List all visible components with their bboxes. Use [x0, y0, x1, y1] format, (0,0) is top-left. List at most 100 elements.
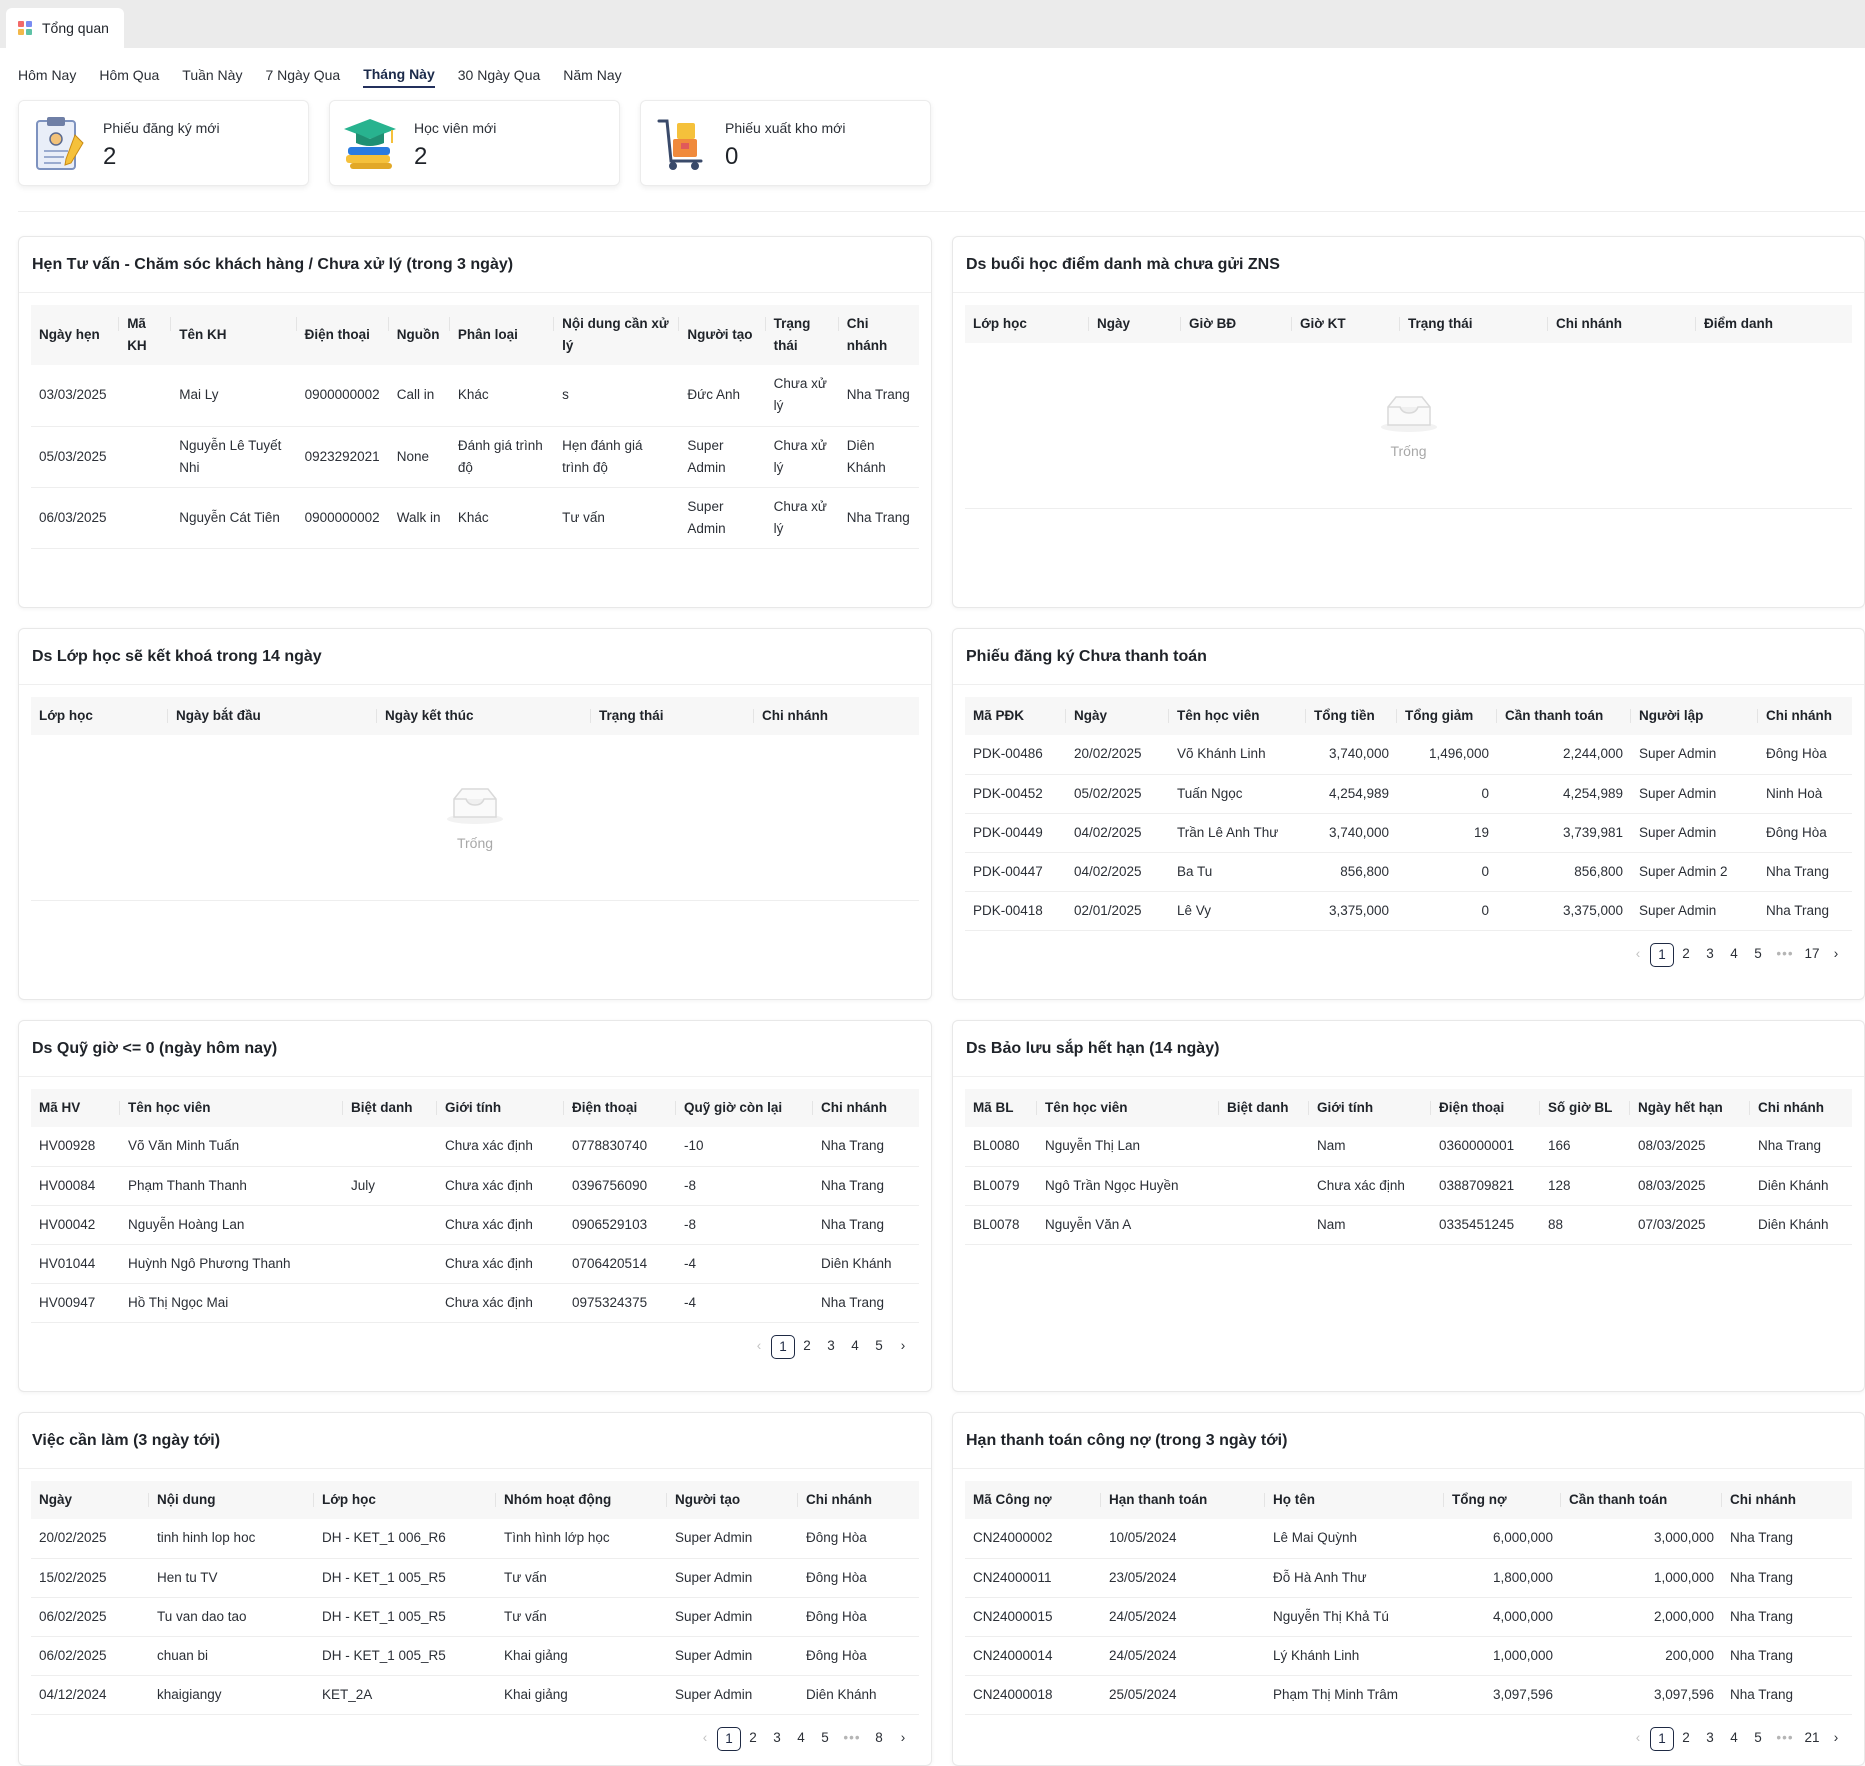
table-row[interactable]: BL0079 Ngô Trần Ngọc Huyền Chưa xác định…: [965, 1166, 1852, 1206]
pagination-ellipsis[interactable]: •••: [1770, 943, 1800, 967]
filter-yesterday[interactable]: Hôm Qua: [99, 67, 159, 87]
pagination-page[interactable]: 1: [1650, 942, 1674, 967]
pagination-page[interactable]: 1: [771, 1334, 795, 1359]
pagination-page[interactable]: 4: [1722, 943, 1746, 967]
column-header[interactable]: Điểm danh: [1696, 305, 1852, 343]
column-header[interactable]: Phân loại: [449, 305, 555, 365]
pagination-ellipsis[interactable]: •••: [1770, 1727, 1800, 1751]
pagination-page[interactable]: 5: [1746, 943, 1770, 967]
table-row[interactable]: HV00947 Hồ Thị Ngọc Mai Chưa xác định 09…: [31, 1283, 919, 1323]
pagination-page[interactable]: 5: [813, 1727, 837, 1751]
table-row[interactable]: PDK-00452 05/02/2025 Tuấn Ngọc 4,254,989…: [965, 774, 1852, 814]
column-header[interactable]: Trạng thái: [765, 305, 839, 365]
column-header[interactable]: Tổng nợ: [1444, 1481, 1561, 1519]
column-header[interactable]: Mã HV: [31, 1089, 120, 1127]
table-row[interactable]: PDK-00447 04/02/2025 Ba Tu 856,800 0 856…: [965, 852, 1852, 892]
table-row[interactable]: CN24000014 24/05/2024 Lý Khánh Linh 1,00…: [965, 1636, 1852, 1676]
column-header[interactable]: Nguồn: [388, 305, 451, 365]
column-header[interactable]: Lớp học: [965, 305, 1089, 343]
column-header[interactable]: Nội dung: [149, 1481, 314, 1519]
column-header[interactable]: Giờ BĐ: [1181, 305, 1292, 343]
pagination-prev-chevron-left-icon[interactable]: ‹: [1626, 943, 1650, 967]
column-header[interactable]: Biệt danh: [343, 1089, 437, 1127]
pagination-page[interactable]: 5: [867, 1335, 891, 1359]
pagination-prev-chevron-left-icon[interactable]: ‹: [747, 1335, 771, 1359]
column-header[interactable]: Ngày kết thúc: [377, 697, 591, 735]
pagination-page[interactable]: 2: [1674, 943, 1698, 967]
table-row[interactable]: BL0080 Nguyễn Thị Lan Nam 0360000001 166…: [965, 1127, 1852, 1167]
pagination-page[interactable]: 17: [1800, 943, 1824, 967]
column-header[interactable]: Tên học viên: [1169, 697, 1306, 735]
table-row[interactable]: PDK-00418 02/01/2025 Lê Vy 3,375,000 0 3…: [965, 891, 1852, 931]
table-row[interactable]: CN24000011 23/05/2024 Đỗ Hà Anh Thư 1,80…: [965, 1558, 1852, 1598]
column-header[interactable]: Giới tính: [437, 1089, 564, 1127]
pagination-page[interactable]: 2: [795, 1335, 819, 1359]
table-row[interactable]: CN24000002 10/05/2024 Lê Mai Quỳnh 6,000…: [965, 1519, 1852, 1559]
column-header[interactable]: Người lập: [1631, 697, 1758, 735]
column-header[interactable]: Điện thoại: [296, 305, 389, 365]
column-header[interactable]: Chi nhánh: [1548, 305, 1696, 343]
pagination-ellipsis[interactable]: •••: [837, 1727, 867, 1751]
table-row[interactable]: 06/02/2025 Tu van dao tao DH - KET_1 005…: [31, 1597, 919, 1637]
column-header[interactable]: Chi nhánh: [1750, 1089, 1852, 1127]
filter-this-year[interactable]: Năm Nay: [563, 67, 621, 87]
column-header[interactable]: Ngày: [1066, 697, 1169, 735]
filter-last-30-days[interactable]: 30 Ngày Qua: [458, 67, 541, 87]
column-header[interactable]: Tên học viên: [120, 1089, 343, 1127]
table-row[interactable]: 15/02/2025 Hen tu TV DH - KET_1 005_R5 T…: [31, 1558, 919, 1598]
pagination-next-chevron-right-icon[interactable]: ›: [1824, 943, 1848, 967]
pagination-page[interactable]: 3: [1698, 943, 1722, 967]
column-header[interactable]: Chi nhánh: [1722, 1481, 1852, 1519]
column-header[interactable]: Người tạo: [667, 1481, 798, 1519]
tab-overview[interactable]: Tổng quan: [6, 8, 124, 48]
pagination-page[interactable]: 3: [1698, 1727, 1722, 1751]
column-header[interactable]: Người tạo: [679, 305, 766, 365]
pagination-page[interactable]: 4: [843, 1335, 867, 1359]
table-row[interactable]: 06/02/2025 chuan bi DH - KET_1 005_R5 Kh…: [31, 1636, 919, 1676]
column-header[interactable]: Trạng thái: [591, 697, 754, 735]
filter-today[interactable]: Hôm Nay: [18, 67, 76, 87]
table-row[interactable]: 04/12/2024 khaigiangy KET_2A Khai giảng …: [31, 1675, 919, 1715]
column-header[interactable]: Trạng thái: [1400, 305, 1548, 343]
table-row[interactable]: CN24000015 24/05/2024 Nguyễn Thị Khả Tú …: [965, 1597, 1852, 1637]
table-row[interactable]: 03/03/2025 Mai Ly 0900000002 Call in Khá…: [31, 365, 919, 427]
column-header[interactable]: Điện thoại: [564, 1089, 676, 1127]
column-header[interactable]: Chi nhánh: [813, 1089, 919, 1127]
table-row[interactable]: CN24000018 25/05/2024 Phạm Thị Minh Trâm…: [965, 1675, 1852, 1715]
column-header[interactable]: Họ tên: [1265, 1481, 1444, 1519]
table-row[interactable]: PDK-00486 20/02/2025 Võ Khánh Linh 3,740…: [965, 735, 1852, 775]
column-header[interactable]: Lớp học: [314, 1481, 496, 1519]
pagination-next-chevron-right-icon[interactable]: ›: [891, 1335, 915, 1359]
pagination-page[interactable]: 5: [1746, 1727, 1770, 1751]
column-header[interactable]: Chi nhánh: [798, 1481, 919, 1519]
column-header[interactable]: Tổng tiền: [1306, 697, 1397, 735]
table-row[interactable]: PDK-00449 04/02/2025 Trần Lê Anh Thư 3,7…: [965, 813, 1852, 853]
filter-this-week[interactable]: Tuần Này: [182, 67, 242, 87]
column-header[interactable]: Mã BL: [965, 1089, 1037, 1127]
filter-last-7-days[interactable]: 7 Ngày Qua: [265, 67, 340, 87]
pagination-page[interactable]: 2: [1674, 1727, 1698, 1751]
pagination-page[interactable]: 3: [765, 1727, 789, 1751]
column-header[interactable]: Số giờ BL: [1540, 1089, 1630, 1127]
column-header[interactable]: Hạn thanh toán: [1101, 1481, 1265, 1519]
pagination-page[interactable]: 3: [819, 1335, 843, 1359]
column-header[interactable]: Chi nhánh: [838, 305, 919, 365]
pagination-next-chevron-right-icon[interactable]: ›: [1824, 1727, 1848, 1751]
column-header[interactable]: Ngày hẹn: [31, 305, 120, 365]
pagination-page[interactable]: 2: [741, 1727, 765, 1751]
filter-this-month[interactable]: Tháng Này: [363, 66, 435, 88]
pagination-next-chevron-right-icon[interactable]: ›: [891, 1727, 915, 1751]
table-row[interactable]: 05/03/2025 Nguyễn Lê Tuyết Nhi 092329202…: [31, 426, 919, 488]
pagination-page[interactable]: 1: [717, 1726, 741, 1751]
pagination-prev-chevron-left-icon[interactable]: ‹: [693, 1727, 717, 1751]
column-header[interactable]: Điện thoại: [1431, 1089, 1540, 1127]
pagination-page[interactable]: 4: [1722, 1727, 1746, 1751]
column-header[interactable]: Tổng giảm: [1397, 697, 1497, 735]
table-row[interactable]: 06/03/2025 Nguyễn Cát Tiên 0900000002 Wa…: [31, 487, 919, 549]
column-header[interactable]: Mã Công nợ: [965, 1481, 1101, 1519]
table-row[interactable]: HV00084 Phạm Thanh Thanh July Chưa xác đ…: [31, 1166, 919, 1206]
column-header[interactable]: Giới tính: [1309, 1089, 1431, 1127]
column-header[interactable]: Quỹ giờ còn lại: [676, 1089, 813, 1127]
column-header[interactable]: Lớp học: [31, 697, 168, 735]
column-header[interactable]: Ngày hết hạn: [1630, 1089, 1750, 1127]
